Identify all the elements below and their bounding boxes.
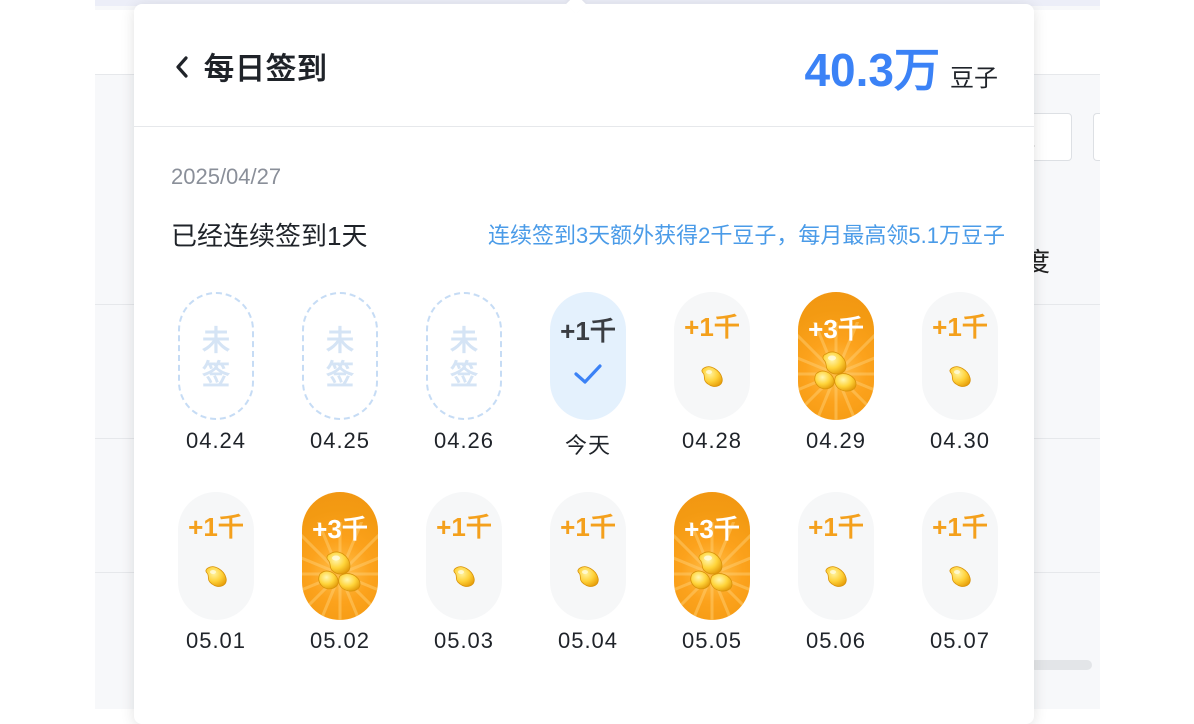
bean-balance: 40.3万 豆子 bbox=[804, 34, 998, 100]
checkin-day[interactable]: 未签 04.24 bbox=[178, 292, 254, 454]
day-label: 05.06 bbox=[805, 628, 867, 653]
balance-amount: 40.3万 bbox=[804, 44, 940, 96]
checkin-day-pill: +1千 bbox=[178, 492, 254, 620]
bean-icon bbox=[450, 562, 478, 595]
bean-icon bbox=[574, 562, 602, 595]
checkin-day-pill: +3千 bbox=[674, 492, 750, 620]
checkin-day-pill: 未签 bbox=[426, 292, 502, 420]
checkin-day[interactable]: +3千 04.29 bbox=[798, 292, 874, 454]
checkin-day-pill: +1千 bbox=[426, 492, 502, 620]
day-label: 04.26 bbox=[433, 428, 495, 453]
streak-text: 已经连续签到1天 bbox=[171, 221, 368, 251]
reward-amount: +3千 bbox=[808, 314, 864, 344]
bean-icon bbox=[202, 562, 230, 595]
checkin-day[interactable]: +1千 05.07 bbox=[922, 492, 998, 654]
reward-amount: +1千 bbox=[560, 512, 616, 542]
bean-pile-icon bbox=[812, 348, 860, 399]
checkin-day[interactable]: +1千 05.04 bbox=[550, 492, 626, 654]
bean-icon bbox=[822, 562, 850, 595]
checkin-day-pill: +1千 bbox=[550, 492, 626, 620]
page-title: 每日签到 bbox=[204, 53, 328, 86]
missed-text: 未签 bbox=[325, 325, 354, 390]
checkin-day[interactable]: +1千今天 bbox=[550, 292, 626, 460]
bean-pile-icon bbox=[316, 548, 364, 599]
day-label: 今天 bbox=[564, 433, 611, 458]
reward-amount: +1千 bbox=[808, 512, 864, 542]
day-label: 04.25 bbox=[309, 428, 371, 453]
missed-text: 未签 bbox=[449, 325, 478, 390]
checkin-day-pill: +1千 bbox=[922, 492, 998, 620]
checkin-day-pill: 未签 bbox=[302, 292, 378, 420]
chevron-left-icon bbox=[174, 54, 190, 80]
reward-amount: +1千 bbox=[684, 312, 740, 342]
current-date: 2025/04/27 bbox=[171, 164, 282, 189]
missed-text: 未签 bbox=[201, 325, 230, 390]
background-scrollbar[interactable] bbox=[1030, 660, 1092, 670]
popover-header: 每日签到 40.3万 豆子 bbox=[134, 4, 1034, 127]
checkin-day-pill: +1千 bbox=[922, 292, 998, 420]
checkin-day[interactable]: 未签 04.26 bbox=[426, 292, 502, 454]
page-margin bbox=[1100, 0, 1194, 709]
checkmark-icon bbox=[573, 362, 603, 391]
day-label: 04.29 bbox=[805, 428, 867, 453]
checkin-day[interactable]: +1千 05.03 bbox=[426, 492, 502, 654]
reward-amount: +1千 bbox=[560, 316, 616, 346]
checkin-day-pill: +1千 bbox=[550, 292, 626, 420]
bonus-tip: 连续签到3天额外获得2千豆子，每月最高领5.1万豆子 bbox=[487, 223, 1005, 248]
day-label: 04.28 bbox=[681, 428, 743, 453]
checkin-day-pill: 未签 bbox=[178, 292, 254, 420]
checkin-day[interactable]: +1千 04.28 bbox=[674, 292, 750, 454]
reward-amount: +3千 bbox=[312, 514, 368, 544]
reward-amount: +1千 bbox=[436, 512, 492, 542]
bean-pile-icon bbox=[688, 548, 736, 599]
bean-icon bbox=[946, 362, 974, 395]
day-label: 05.03 bbox=[433, 628, 495, 653]
day-label: 04.24 bbox=[185, 428, 247, 453]
day-label: 05.04 bbox=[557, 628, 619, 653]
day-label: 05.02 bbox=[309, 628, 371, 653]
checkin-day-pill: +1千 bbox=[674, 292, 750, 420]
bean-icon bbox=[698, 362, 726, 395]
day-label: 05.07 bbox=[929, 628, 991, 653]
checkin-day-pill: +3千 bbox=[798, 292, 874, 420]
checkin-day[interactable]: +1千 04.30 bbox=[922, 292, 998, 454]
checkin-day[interactable]: +1千 05.06 bbox=[798, 492, 874, 654]
day-label: 05.05 bbox=[681, 628, 743, 653]
checkin-day[interactable]: +1千 05.01 bbox=[178, 492, 254, 654]
reward-amount: +1千 bbox=[188, 512, 244, 542]
checkin-day-pill: +3千 bbox=[302, 492, 378, 620]
reward-amount: +1千 bbox=[932, 512, 988, 542]
checkin-popover: 每日签到 40.3万 豆子 2025/04/27 已经连续签到1天 连续签到3天… bbox=[134, 0, 1034, 724]
bean-icon bbox=[946, 562, 974, 595]
reward-amount: +3千 bbox=[684, 514, 740, 544]
day-label: 05.01 bbox=[185, 628, 247, 653]
checkin-day[interactable]: 未签 04.25 bbox=[302, 292, 378, 454]
checkin-day[interactable]: +3千 05.02 bbox=[302, 492, 378, 654]
day-label: 04.30 bbox=[929, 428, 991, 453]
balance-unit: 豆子 bbox=[950, 65, 998, 92]
checkin-day[interactable]: +3千 05.05 bbox=[674, 492, 750, 654]
reward-amount: +1千 bbox=[932, 312, 988, 342]
checkin-day-pill: +1千 bbox=[798, 492, 874, 620]
